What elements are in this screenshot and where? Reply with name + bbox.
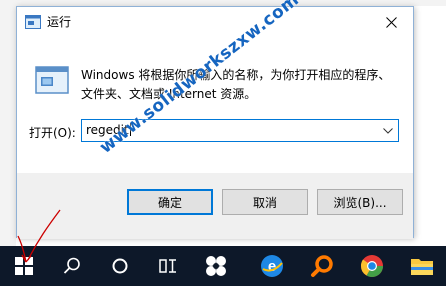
close-icon [385, 16, 397, 28]
description-line-1: Windows 将根据你所输入的名称，为你打开相应的程序、 [81, 68, 391, 82]
pinwheel-app-icon [206, 256, 226, 276]
run-app-icon [25, 15, 41, 29]
task-view-icon [159, 259, 176, 273]
run-program-icon [35, 66, 69, 94]
dialog-title: 运行 [47, 15, 72, 29]
taskbar-app-chrome[interactable] [348, 246, 396, 286]
dialog-description: Windows 将根据你所输入的名称，为你打开相应的程序、 文件夹、文档或 In… [81, 66, 401, 104]
chrome-icon [360, 255, 383, 277]
taskbar-app-search-tool[interactable] [298, 246, 346, 286]
edge-icon: e [261, 255, 283, 277]
cortana-icon [112, 258, 128, 274]
cortana-button[interactable] [96, 246, 144, 286]
taskbar-app-edge[interactable]: e [248, 246, 296, 286]
chevron-down-icon [383, 127, 393, 134]
title-bar[interactable]: 运行 [17, 7, 413, 37]
file-explorer-icon [411, 259, 433, 275]
browse-button[interactable]: 浏览(B)... [317, 189, 403, 215]
svg-text:e: e [268, 258, 276, 275]
cancel-button[interactable]: 取消 [222, 189, 308, 215]
description-line-2: 文件夹、文档或 Internet 资源。 [81, 87, 257, 101]
search-magnifier-app-icon [311, 255, 333, 277]
combo-dropdown-button[interactable] [378, 120, 398, 141]
task-view-button[interactable] [144, 246, 192, 286]
ok-button[interactable]: 确定 [127, 189, 213, 215]
close-button[interactable] [369, 7, 413, 37]
taskbar-app-pinwheel[interactable] [192, 246, 240, 286]
taskbar-app-file-explorer[interactable] [398, 246, 446, 286]
annotation-arrow [17, 209, 61, 263]
open-label: 打开(O): [29, 126, 76, 140]
